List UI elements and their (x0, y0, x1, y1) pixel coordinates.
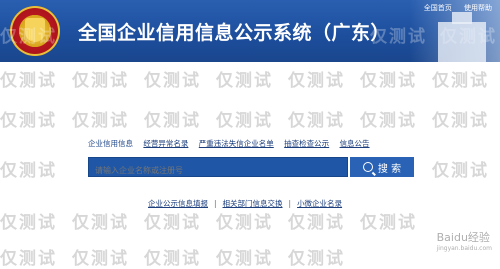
watermark: 仅测试 (216, 249, 273, 269)
watermark: 仅测试 (144, 71, 201, 91)
watermark: 仅测试 (288, 111, 345, 131)
watermark: 仅测试 (72, 249, 129, 269)
watermark: 仅测试 (216, 71, 273, 91)
link-info-exchange[interactable]: 相关部门信息交换 (223, 199, 283, 208)
watermark: 仅测试 (0, 71, 57, 91)
search-input[interactable] (89, 161, 347, 180)
watermark: 仅测试 (0, 213, 57, 233)
watermark: 仅测试 (360, 213, 417, 233)
page-title: 全国企业信用信息公示系统（广东） (78, 22, 391, 44)
tab-announcement[interactable]: 信息公告 (340, 139, 370, 148)
header-banner: 全国企业信用信息公示系统（广东） 全国首页 使用帮助 (0, 0, 500, 62)
building-icon (432, 12, 492, 62)
national-emblem-icon (10, 6, 60, 56)
watermark: 仅测试 (72, 71, 129, 91)
watermark: 仅测试 (360, 111, 417, 131)
link-enterprise-report[interactable]: 企业公示信息填报 (148, 199, 208, 208)
help-link[interactable]: 使用帮助 (464, 4, 492, 12)
tab-enterprise-credit[interactable]: 企业信用信息 (88, 139, 133, 148)
watermark: 仅测试 (216, 213, 273, 233)
watermark: 仅测试 (288, 249, 345, 269)
watermark: 仅测试 (144, 213, 201, 233)
watermark: 仅测试 (432, 71, 489, 91)
watermark: 仅测试 (288, 213, 345, 233)
watermark: 仅测试 (0, 249, 57, 269)
watermark: 仅测试 (0, 111, 57, 131)
watermark: 仅测试 (0, 161, 57, 181)
tab-spot-check[interactable]: 抽查检查公示 (284, 139, 329, 148)
watermark: 仅测试 (72, 213, 129, 233)
watermark: 仅测试 (432, 161, 489, 181)
link-micro-enterprise[interactable]: 小微企业名录 (297, 199, 342, 208)
watermark: 仅测试 (288, 71, 345, 91)
home-link[interactable]: 全国首页 (424, 4, 452, 12)
watermark: 仅测试 (216, 111, 273, 131)
baidu-jingyan-logo: Baidu经验 jingyan.baidu.com (436, 231, 492, 252)
watermark: 仅测试 (144, 111, 201, 131)
tab-abnormal-list[interactable]: 经营异常名录 (143, 139, 188, 148)
watermark: 仅测试 (72, 111, 129, 131)
watermark: 仅测试 (432, 111, 489, 131)
search-button-label: 搜 索 (377, 163, 402, 175)
search-button[interactable]: 搜 索 (350, 157, 414, 177)
search-icon (362, 162, 373, 172)
top-links: 全国首页 使用帮助 (414, 3, 492, 13)
watermark: 仅测试 (360, 71, 417, 91)
watermark: 仅测试 (144, 249, 201, 269)
search-field[interactable] (88, 157, 348, 180)
search-category-tabs: 企业信用信息 经营异常名录 严重违法失信企业名单 抽查检查公示 信息公告 (88, 138, 378, 149)
tab-serious-violation[interactable]: 严重违法失信企业名单 (199, 139, 274, 148)
bottom-links: 企业公示信息填报 | 相关部门信息交换 | 小微企业名录 (148, 199, 343, 208)
